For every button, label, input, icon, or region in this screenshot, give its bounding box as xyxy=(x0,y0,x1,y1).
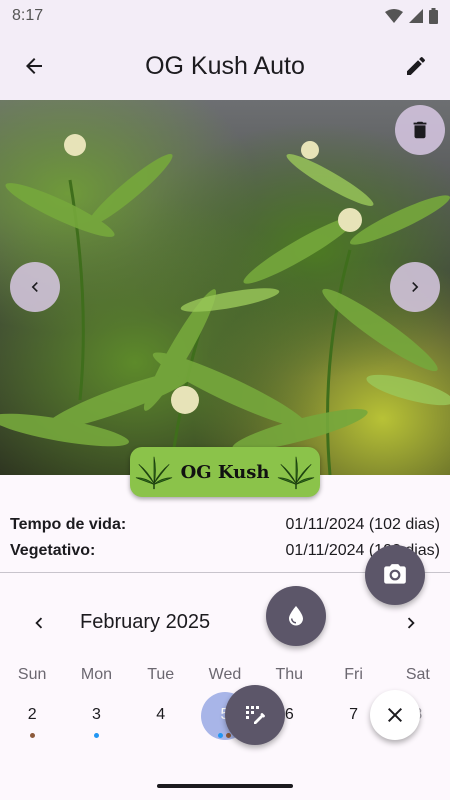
day-number: 3 xyxy=(91,706,101,723)
month-label: February 2025 xyxy=(80,611,211,633)
calendar-day[interactable]: 2 xyxy=(0,700,64,746)
previous-photo-button[interactable] xyxy=(10,262,60,312)
back-button[interactable] xyxy=(14,46,54,86)
arrow-left-icon xyxy=(26,58,42,74)
next-photo-button[interactable] xyxy=(390,262,440,312)
close-icon xyxy=(388,708,402,722)
calendar-header: February 2025 xyxy=(0,600,450,646)
previous-month-button[interactable] xyxy=(24,608,54,638)
day-number: 6 xyxy=(284,706,294,723)
weekday-label: Thu xyxy=(275,666,304,683)
event-markers xyxy=(0,733,64,738)
chevron-right-icon xyxy=(407,617,415,629)
info-row-lifetime: Tempo de vida: 01/11/2024 (102 dias) xyxy=(10,512,440,538)
event-dot xyxy=(218,733,224,738)
signal-icon xyxy=(409,9,423,23)
status-time: 8:17 xyxy=(12,7,44,24)
pencil-icon xyxy=(407,56,426,75)
weekday-label: Fri xyxy=(344,666,363,683)
close-menu-button[interactable] xyxy=(370,690,420,740)
info-label: Tempo de vida: xyxy=(10,516,127,533)
weekday-label: Tue xyxy=(147,666,175,683)
app-bar: OG Kush Auto xyxy=(0,32,450,100)
camera-icon xyxy=(384,564,406,584)
event-dot xyxy=(93,733,99,738)
chevron-left-icon xyxy=(35,617,43,629)
status-icons xyxy=(385,8,438,24)
day-number: 4 xyxy=(156,706,166,723)
calendar-day[interactable]: 3 xyxy=(64,700,128,746)
trash-icon xyxy=(413,121,427,139)
weekday-header: Sun Mon Tue Wed Thu Fri Sat xyxy=(0,666,450,684)
chevron-right-icon xyxy=(412,282,419,292)
add-note-button[interactable] xyxy=(225,685,285,745)
water-button[interactable] xyxy=(266,586,326,646)
day-number: 2 xyxy=(27,706,37,723)
weekday-label: Mon xyxy=(80,666,112,683)
plant-photo[interactable] xyxy=(0,100,450,475)
info-value: 01/11/2024 (102 dias) xyxy=(285,516,440,533)
edit-button[interactable] xyxy=(396,46,436,86)
battery-icon xyxy=(429,8,438,24)
plant-leaves-image xyxy=(0,134,450,475)
gesture-handle[interactable] xyxy=(157,784,293,788)
status-bar: 8:17 xyxy=(0,0,450,32)
event-markers xyxy=(64,733,128,738)
next-month-button[interactable] xyxy=(396,608,426,638)
water-drop-icon xyxy=(289,606,303,626)
weekday-label: Wed xyxy=(208,666,242,683)
cannabis-leaf-icon xyxy=(278,456,315,490)
event-dot xyxy=(29,733,35,738)
day-number: 7 xyxy=(349,706,358,723)
page-title: OG Kush Auto xyxy=(145,51,305,80)
calendar-day[interactable]: 4 xyxy=(129,700,193,746)
delete-photo-button[interactable] xyxy=(395,105,445,155)
strain-name: OG Kush xyxy=(180,461,270,483)
camera-button[interactable] xyxy=(365,545,425,605)
weekday-label: Sat xyxy=(405,666,430,683)
cannabis-leaf-icon xyxy=(135,456,172,490)
edit-note-icon xyxy=(246,706,265,724)
info-label: Vegetativo: xyxy=(10,542,96,559)
strain-badge: OG Kush xyxy=(130,447,320,497)
chevron-left-icon xyxy=(31,282,38,292)
wifi-icon xyxy=(385,9,403,23)
weekday-label: Sun xyxy=(17,666,47,683)
